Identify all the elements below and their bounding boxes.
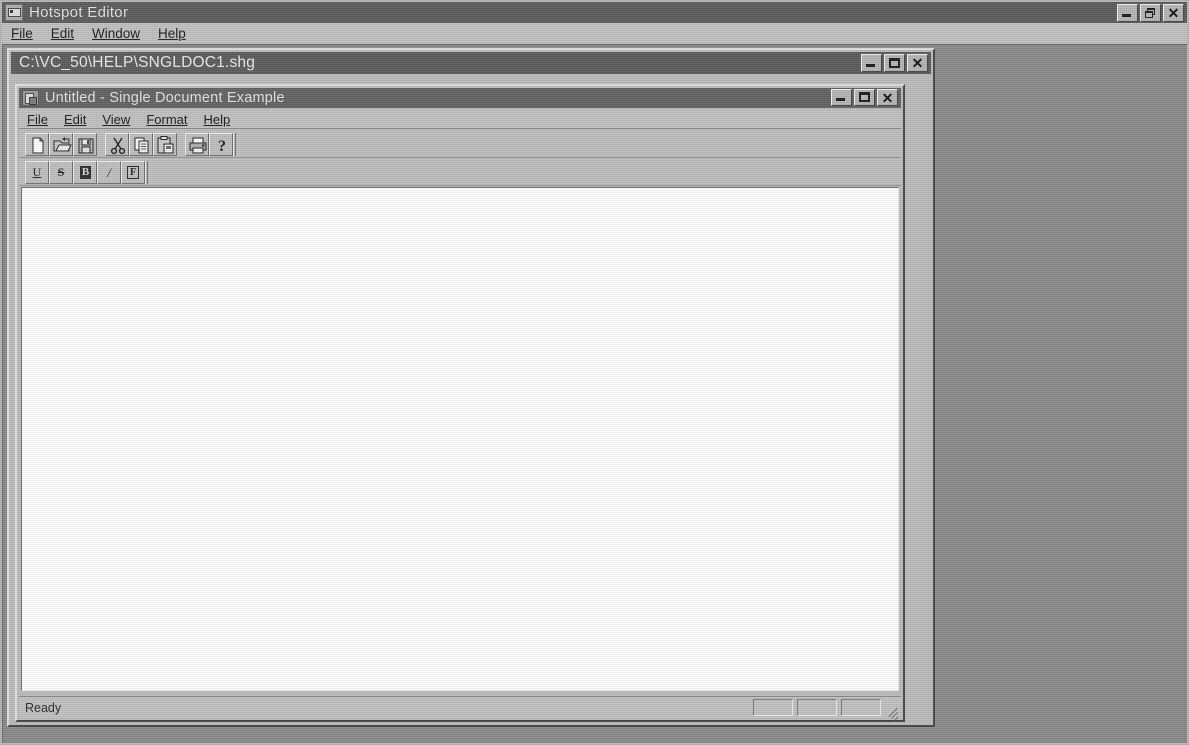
font-icon: F xyxy=(122,162,144,183)
app-menu-help-label: Help xyxy=(158,25,186,41)
app-title: Hotspot Editor xyxy=(29,4,129,21)
single-document-example-window: Untitled - Single Document Example ✕ Fil… xyxy=(15,84,905,722)
document-caption-buttons: ✕ xyxy=(831,89,898,106)
printer-icon xyxy=(189,137,207,153)
doc-menu-help-label: Help xyxy=(203,111,231,127)
app-menu-file[interactable]: File xyxy=(2,24,42,43)
toolbar-end-grip xyxy=(145,160,148,184)
strikethrough-button[interactable]: S xyxy=(49,160,73,184)
shg-child-caption-buttons: ✕ xyxy=(861,54,928,72)
hotspot-editor-icon[interactable] xyxy=(5,4,23,21)
copy-button[interactable] xyxy=(129,132,153,156)
document-title: Untitled - Single Document Example xyxy=(45,90,285,106)
status-message: Ready xyxy=(25,700,62,715)
doc-menu-file[interactable]: File xyxy=(19,111,56,128)
app-minimize-button[interactable] xyxy=(1117,3,1138,22)
minimize-icon xyxy=(1122,13,1131,17)
font-button[interactable]: F xyxy=(121,160,145,184)
underline-button[interactable]: U xyxy=(25,160,49,184)
document-app-icon[interactable] xyxy=(22,90,39,106)
app-titlebar[interactable]: Hotspot Editor ✕ xyxy=(2,2,1187,23)
about-button[interactable]: ? xyxy=(209,132,233,156)
doc-menu-format-label: Format xyxy=(146,111,188,127)
app-caption-buttons: ✕ xyxy=(1117,3,1184,22)
doc-menu-view[interactable]: View xyxy=(94,111,138,128)
font-icon-letter: F xyxy=(126,165,140,179)
svg-text:?: ? xyxy=(218,138,226,155)
app-menu-edit-label: Edit xyxy=(50,25,75,41)
italic-button[interactable]: / xyxy=(97,160,121,184)
doc-menu-file-label: File xyxy=(27,111,48,127)
new-button[interactable] xyxy=(25,132,49,156)
cut-button[interactable] xyxy=(105,132,129,156)
maximize-icon xyxy=(859,92,870,102)
app-menubar: File Edit Window Help xyxy=(2,23,1187,43)
status-bar: Ready xyxy=(19,696,901,721)
bold-icon: B xyxy=(80,165,91,179)
maximize-icon xyxy=(889,58,900,68)
underline-icon: U xyxy=(32,165,42,179)
document-maximize-button[interactable] xyxy=(854,89,875,106)
print-button[interactable] xyxy=(185,132,209,156)
shg-child-title: C:\VC_50\HELP\SNGLDOC1.shg xyxy=(19,54,256,71)
shg-child-window: C:\VC_50\HELP\SNGLDOC1.shg ✕ Untitled - … xyxy=(7,48,935,727)
save-button[interactable] xyxy=(73,132,97,156)
standard-toolbar-buttons: ? xyxy=(25,132,236,156)
shg-minimize-button[interactable] xyxy=(861,54,882,72)
document-close-button[interactable]: ✕ xyxy=(877,89,898,106)
floppy-disk-icon xyxy=(78,138,94,153)
minimize-icon xyxy=(866,64,875,67)
screenshot-root: Hotspot Editor ✕ File Edit Window Help C… xyxy=(0,0,1189,745)
doc-menu-format[interactable]: Format xyxy=(138,111,195,128)
strikethrough-icon: S xyxy=(57,165,65,179)
status-panes xyxy=(753,699,881,716)
mdi-client-area: C:\VC_50\HELP\SNGLDOC1.shg ✕ Untitled - … xyxy=(2,44,1187,743)
document-menubar: File Edit View Format Help xyxy=(19,110,901,129)
document-client-area[interactable] xyxy=(21,187,899,691)
app-menu-help[interactable]: Help xyxy=(149,24,195,43)
shg-child-titlebar[interactable]: C:\VC_50\HELP\SNGLDOC1.shg ✕ xyxy=(11,52,931,74)
status-pane-cap xyxy=(753,699,793,716)
scissors-icon xyxy=(110,137,126,154)
app-restore-button[interactable] xyxy=(1140,3,1161,22)
shg-close-button[interactable]: ✕ xyxy=(907,54,928,72)
doc-menu-edit[interactable]: Edit xyxy=(56,111,94,128)
app-close-button[interactable]: ✕ xyxy=(1163,3,1184,22)
standard-toolbar: ? xyxy=(19,130,901,158)
format-toolbar: U S B / F xyxy=(19,158,901,186)
close-icon: ✕ xyxy=(911,55,924,71)
doc-menu-help[interactable]: Help xyxy=(195,111,238,128)
app-menu-window[interactable]: Window xyxy=(83,24,149,43)
resize-gripper-icon[interactable] xyxy=(884,702,899,721)
italic-icon: / xyxy=(107,164,111,180)
bold-button[interactable]: B xyxy=(73,160,97,184)
close-icon: ✕ xyxy=(1167,4,1180,21)
new-document-icon xyxy=(32,137,44,153)
document-titlebar[interactable]: Untitled - Single Document Example ✕ xyxy=(19,88,901,108)
copy-pages-icon xyxy=(134,137,149,153)
restore-icon-front xyxy=(1145,10,1153,18)
shg-maximize-button[interactable] xyxy=(884,54,905,72)
app-menu-edit[interactable]: Edit xyxy=(42,24,83,43)
status-pane-scrl xyxy=(841,699,881,716)
open-button[interactable] xyxy=(49,132,73,156)
toolbar-separator xyxy=(97,133,105,156)
toolbar-separator xyxy=(177,133,185,156)
doc-menu-view-label: View xyxy=(102,111,131,127)
open-folder-icon xyxy=(53,136,72,151)
hotspot-editor-window: Hotspot Editor ✕ File Edit Window Help C… xyxy=(0,0,1189,745)
question-mark-icon: ? xyxy=(218,138,226,155)
status-pane-num xyxy=(797,699,837,716)
document-minimize-button[interactable] xyxy=(831,89,852,106)
doc-menu-edit-label: Edit xyxy=(63,111,87,127)
app-menu-window-label: Window xyxy=(92,25,141,41)
paste-button[interactable] xyxy=(153,132,177,156)
minimize-icon xyxy=(836,98,845,101)
format-toolbar-buttons: U S B / F xyxy=(25,160,148,184)
clipboard-paste-icon xyxy=(157,135,174,153)
app-menu-file-label: File xyxy=(11,25,33,41)
close-icon: ✕ xyxy=(881,89,894,106)
